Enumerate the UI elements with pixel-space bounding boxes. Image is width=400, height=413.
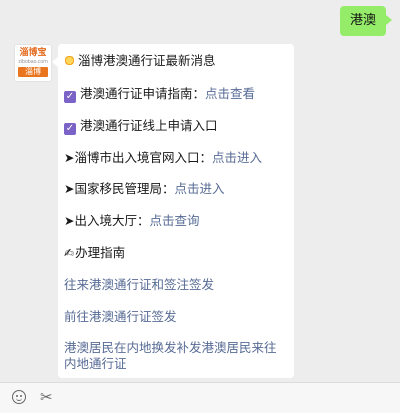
sender-avatar[interactable]: 淄博宝 zibobao.com 淄博 (14, 44, 52, 82)
apply-guide-link[interactable]: 点击查看 (205, 86, 255, 101)
immigration-admin-link[interactable]: 点击进入 (174, 181, 224, 196)
exit-entry-hall-row: ➤出入境大厅：点击查询 (64, 213, 286, 229)
emoji-icon[interactable] (12, 390, 26, 404)
exit-entry-hall-label: ➤出入境大厅： (64, 213, 150, 228)
sun-icon (64, 55, 75, 66)
guide-link-issuance[interactable]: 前往港澳通行证签发 (64, 309, 286, 325)
checkbox-icon: ✓ (64, 123, 76, 135)
avatar-brand-site: zibobao.com (18, 59, 48, 65)
incoming-message-card: 淄博港澳通行证最新消息 ✓ 港澳通行证申请指南：点击查看 ✓ 港澳通行证线上申请入口… (52, 44, 294, 378)
apply-guide-label: 港澳通行证申请指南： (80, 86, 206, 101)
apply-guide-row: ✓ 港澳通行证申请指南：点击查看 (64, 86, 286, 103)
avatar-brand-city: 淄博 (18, 67, 48, 77)
outgoing-message-bubble[interactable]: 港澳 (339, 6, 393, 36)
zibo-exit-entry-row: ➤淄博市出入境官网入口：点击进入 (64, 150, 286, 166)
guide-title: 办理指南 (75, 245, 126, 260)
online-apply-label: 港澳通行证线上申请入口 (80, 118, 218, 133)
zibo-exit-entry-label: ➤淄博市出入境官网入口： (64, 150, 212, 165)
checkbox-icon: ✓ (64, 91, 76, 103)
online-apply-row: ✓ 港澳通行证线上申请入口 (64, 118, 286, 135)
exit-entry-hall-link[interactable]: 点击查询 (149, 213, 199, 228)
avatar-brand-name: 淄博宝 (19, 48, 47, 58)
input-toolbar: ✂ (0, 382, 400, 413)
guide-link-replacement[interactable]: 港澳居民在内地换发补发港澳居民来往内地通行证 (64, 340, 286, 372)
headline-text: 淄博港澳通行证最新消息 (78, 53, 216, 68)
zibo-exit-entry-link[interactable]: 点击进入 (212, 150, 262, 165)
immigration-admin-row: ➤国家移民管理局：点击进入 (64, 181, 286, 197)
guide-link-endorsement[interactable]: 往来港澳通行证和签注签发 (64, 277, 286, 293)
scissors-icon[interactable]: ✂ (40, 387, 53, 407)
headline-row: 淄博港澳通行证最新消息 (64, 53, 286, 69)
writing-hand-icon: ✍ (64, 246, 75, 260)
guide-title-row: ✍办理指南 (64, 245, 286, 261)
immigration-admin-label: ➤国家移民管理局： (64, 181, 175, 196)
